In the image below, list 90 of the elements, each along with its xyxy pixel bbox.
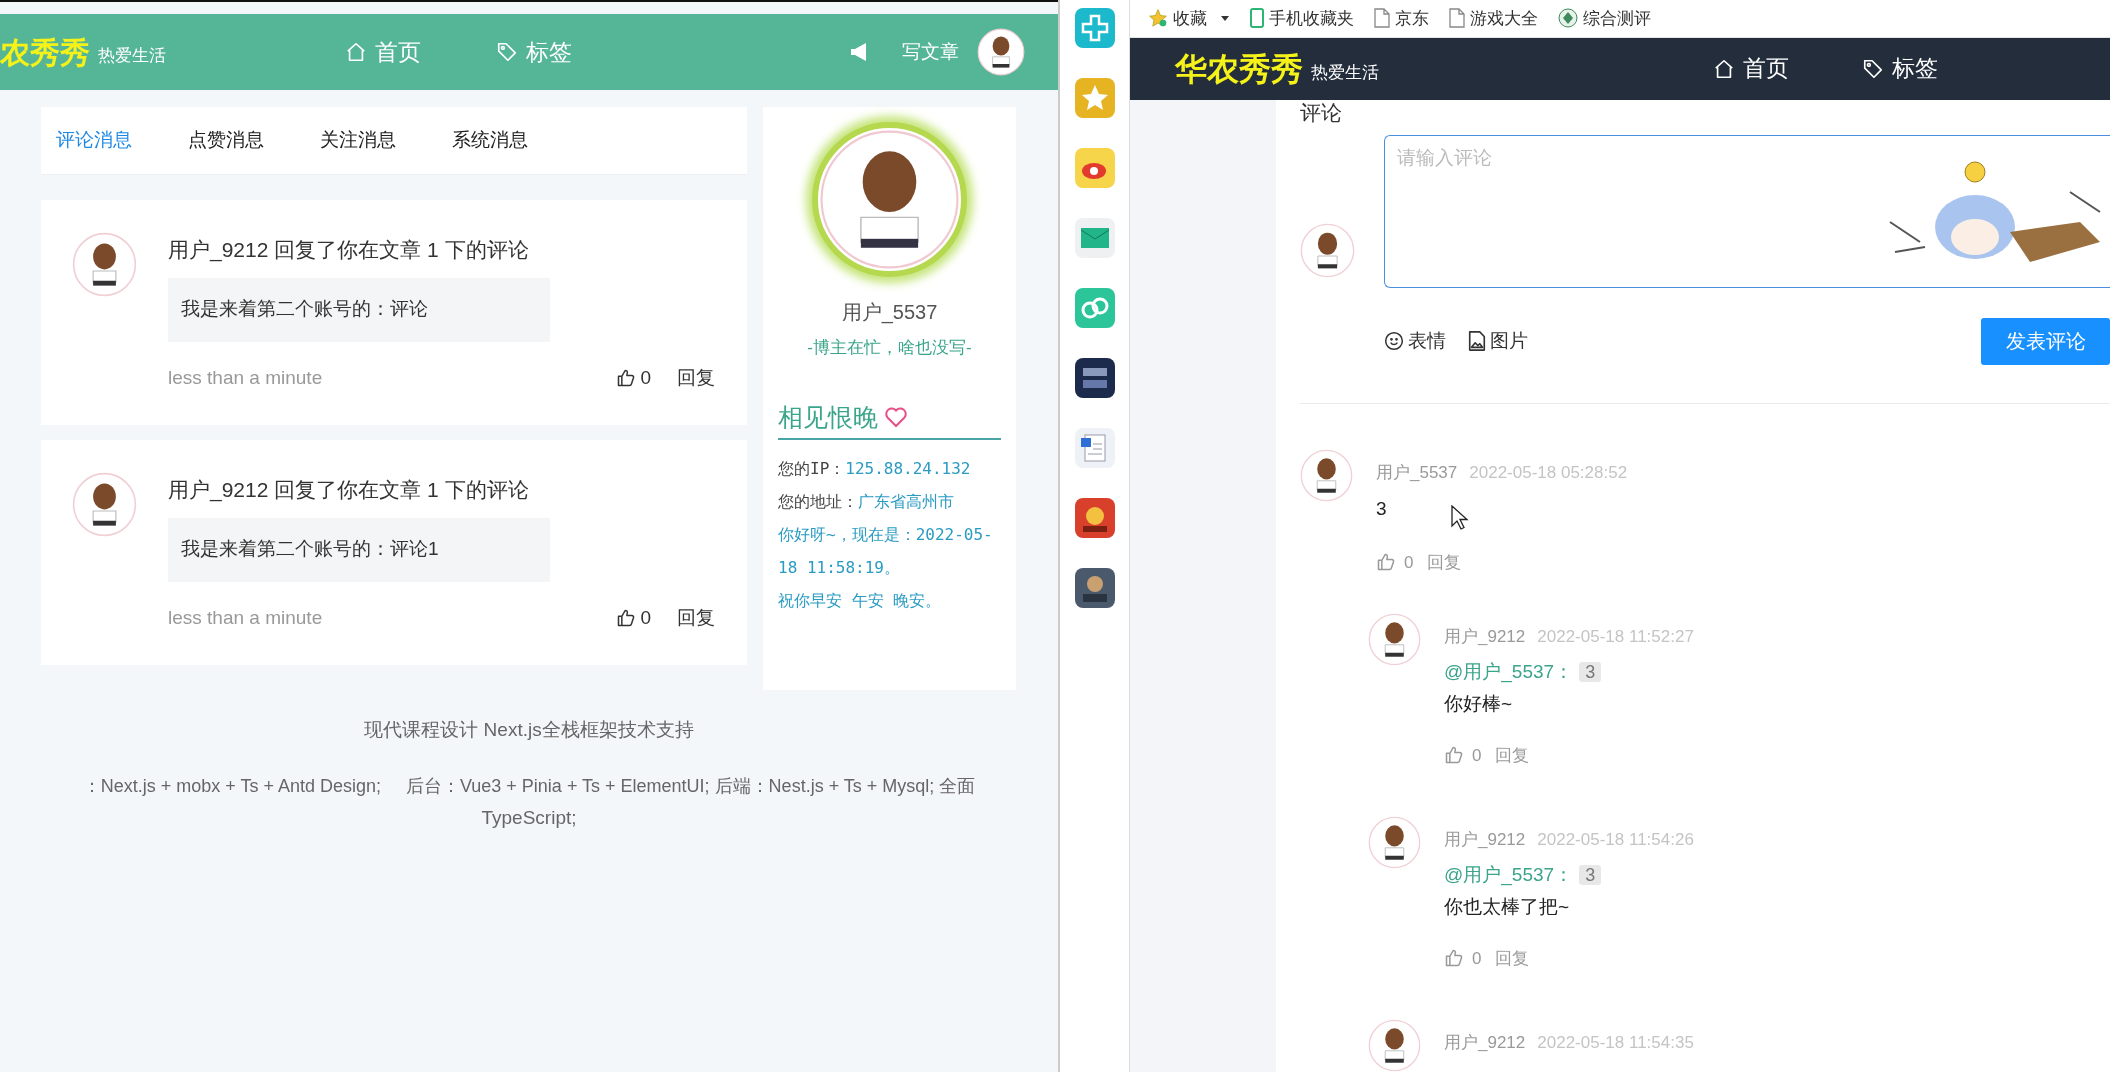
like-count: 0 (1404, 551, 1414, 574)
bookmark-link[interactable]: 京东 (1374, 5, 1429, 32)
page-icon (1449, 8, 1465, 29)
comment-text: 你也太棒了把~ (1444, 895, 1570, 919)
tag-icon (496, 41, 518, 63)
comment-text: 3 (1376, 497, 1387, 521)
reply-button[interactable]: 回复 (677, 363, 715, 392)
mouse-cursor-icon (1451, 504, 1469, 531)
message-title: 用户_9212 回复了你在文章 1 下的评论 (168, 237, 530, 264)
message-time: less than a minute (168, 365, 323, 390)
badge-icon (1558, 8, 1578, 29)
profile-name: 用户_5537 (841, 300, 938, 326)
message-tab[interactable]: 点赞消息 (188, 126, 268, 155)
quoted-comment: 我是来着第二个账号的：评论 (168, 277, 550, 342)
toolbar-button[interactable]: 图片 (1468, 326, 1528, 356)
bookmark-link[interactable]: 手机收藏夹 (1250, 5, 1354, 32)
smiley-icon (1384, 331, 1404, 351)
eye-app-icon[interactable] (1074, 148, 1115, 188)
avatar-icon (72, 472, 137, 537)
info-label: 您的IP： (778, 459, 846, 478)
avatar-icon (1368, 613, 1421, 666)
like-count: 0 (640, 365, 651, 390)
reply-button[interactable]: 回复 (677, 603, 715, 632)
home-icon (1713, 57, 1735, 80)
caret-icon (1220, 14, 1230, 23)
info-value: 广东省高州市 (858, 492, 954, 511)
avatar-icon (1300, 222, 1355, 278)
avatar-icon[interactable] (977, 28, 1025, 76)
comment-heading: 评论 (1300, 99, 1343, 126)
profile-motto: -博主在忙，啥也没写- (807, 337, 972, 359)
message-tab[interactable]: 关注消息 (320, 126, 400, 155)
avatar-icon (1300, 448, 1353, 502)
document-app-icon[interactable] (1074, 428, 1115, 468)
thumbs-up-icon (1376, 552, 1396, 573)
heart-icon (884, 406, 908, 429)
tag-icon (1862, 57, 1884, 80)
info-value: 125.88.24.132 (845, 459, 971, 478)
bookmark-link[interactable]: 游戏大全 (1449, 5, 1538, 32)
star-app-icon[interactable] (1074, 78, 1115, 118)
thumbs-up-icon (1444, 745, 1464, 766)
article-link[interactable]: 1 (427, 238, 439, 261)
message-title: 用户_9212 回复了你在文章 1 下的评论 (168, 477, 530, 504)
nav-link[interactable]: 首页 (1713, 51, 1789, 86)
plus-app-icon[interactable] (1074, 8, 1115, 48)
quoted-tag: 3 (1579, 661, 1602, 682)
site-logo[interactable]: 华农秀秀 (1175, 44, 1303, 93)
avatar-icon (72, 232, 137, 297)
quoted-comment: 我是来着第二个账号的：评论1 (168, 517, 550, 582)
like-count: 0 (640, 605, 651, 630)
footer-text: 现代课程设计 Next.js全栈框架技术支持 (363, 718, 695, 742)
like-count: 0 (1472, 947, 1482, 970)
bookmark-link[interactable]: 综合测评 (1558, 5, 1651, 32)
greeting-text: 你好呀~，现在是：2022-05-18 11:58:19。 (778, 524, 994, 579)
message-tab[interactable]: 评论消息 (56, 126, 136, 155)
game-app-icon[interactable] (1074, 498, 1115, 538)
comment-input[interactable]: 请输入评论 (1384, 134, 2110, 288)
comment-time: 2022-05-18 11:54:35 (1537, 1033, 1694, 1052)
site-slogan: 热爱生活 (98, 45, 166, 68)
comment-time: 2022-05-18 11:54:26 (1537, 830, 1694, 849)
page-icon (1374, 8, 1390, 29)
message-tab[interactable]: 系统消息 (452, 126, 532, 155)
grid-app-icon[interactable] (1074, 358, 1115, 398)
info-label: 您的地址： (778, 492, 858, 511)
game-app-icon[interactable] (1074, 568, 1115, 608)
footer-text: ：Next.js + mobx + Ts + Antd Design; 后台：Vue3 + Pinia + Ts + ElementUI; 后端：Nest.js + Ts + Mysql; 全面 (81, 774, 977, 798)
avatar-icon (1368, 1019, 1421, 1072)
nav-link[interactable]: 标签 (1862, 51, 1938, 86)
thumbs-up-icon (616, 367, 637, 388)
quoted-tag: 3 (1579, 864, 1602, 885)
cloud-app-icon[interactable] (1074, 288, 1115, 328)
phone-icon (1250, 8, 1264, 29)
image-file-icon (1468, 331, 1486, 351)
thumbs-up-icon (1444, 948, 1464, 969)
star-icon (1148, 8, 1168, 29)
section-title: 相见恨晚 (778, 401, 878, 433)
comment-time: 2022-05-18 05:28:52 (1469, 462, 1628, 482)
comment-time: 2022-05-18 11:52:27 (1537, 627, 1694, 646)
footer-text: TypeScript; (480, 805, 578, 830)
mail-app-icon[interactable] (1074, 218, 1115, 258)
message-time: less than a minute (168, 605, 323, 630)
site-slogan: 热爱生活 (1311, 61, 1379, 84)
bookmark-link[interactable]: 收藏 (1148, 5, 1230, 32)
like-count: 0 (1472, 744, 1482, 767)
toolbar-button[interactable]: 表情 (1384, 326, 1446, 356)
comment-text: 你好棒~ (1444, 692, 1513, 716)
article-link[interactable]: 1 (427, 478, 439, 501)
thumbs-up-icon (616, 607, 637, 628)
home-icon (345, 41, 367, 63)
avatar-icon (1368, 816, 1421, 869)
wish-text: 祝你早安 午安 晚安。 (778, 590, 943, 612)
